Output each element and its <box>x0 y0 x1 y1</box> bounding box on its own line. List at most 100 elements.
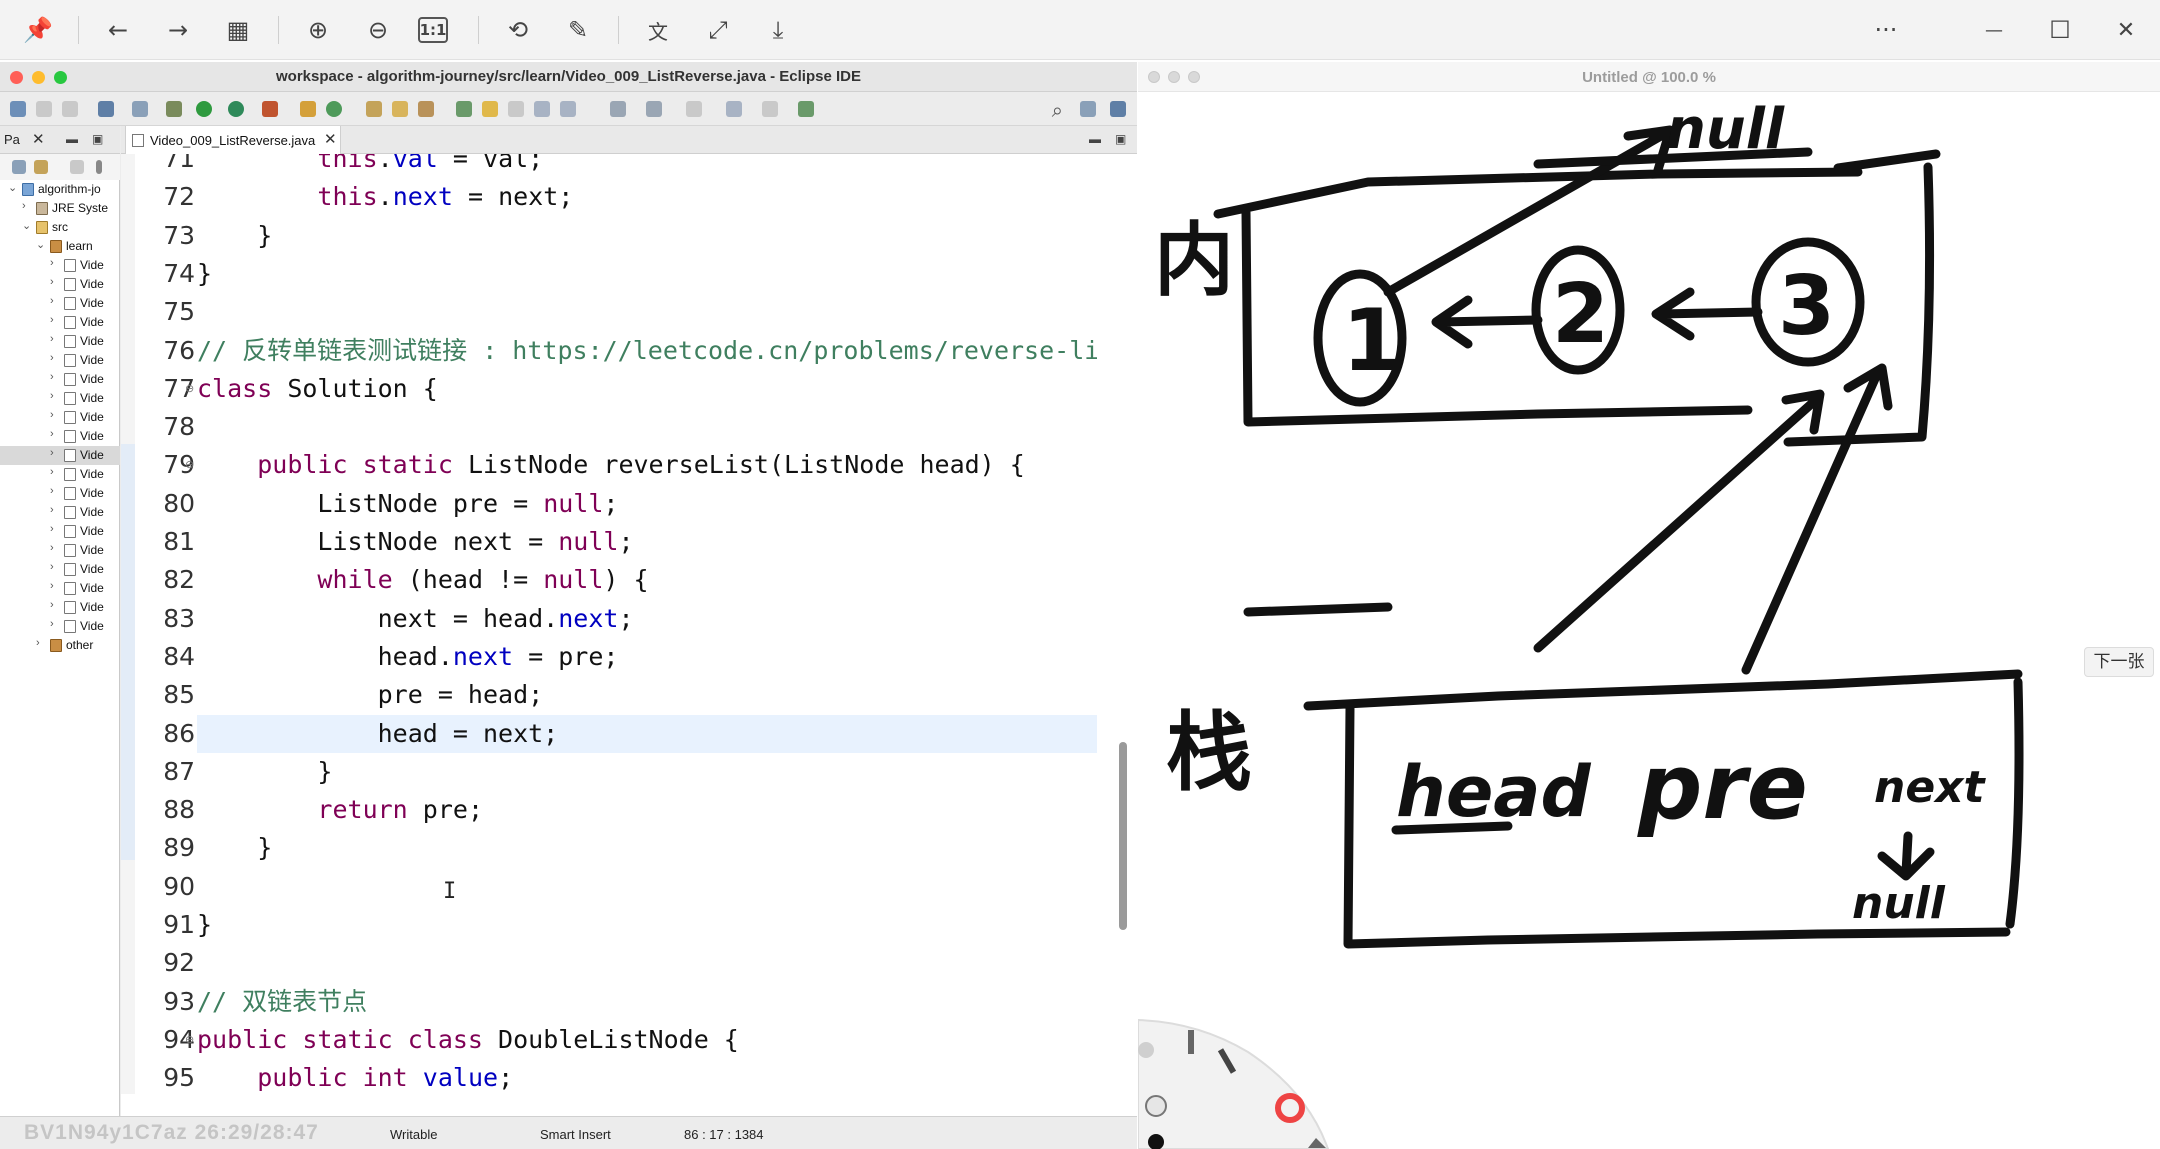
new-java-class-icon[interactable] <box>326 101 342 117</box>
minimize-view-icon[interactable]: ▬ <box>1089 132 1101 146</box>
tree-item[interactable]: ⌄ src <box>0 218 120 237</box>
chevron-right-icon[interactable]: › <box>50 485 54 497</box>
last-edit-icon[interactable] <box>686 101 702 117</box>
maximize-view-icon[interactable]: ▣ <box>92 132 103 146</box>
chevron-right-icon[interactable]: › <box>50 409 54 421</box>
tree-item[interactable]: › Vide <box>0 408 120 427</box>
new-java-package-icon[interactable] <box>300 101 316 117</box>
grid-view-icon[interactable]: ▦ <box>218 10 258 50</box>
tree-item[interactable]: › Vide <box>0 256 120 275</box>
close-icon[interactable]: ✕ <box>2106 10 2146 50</box>
tree-item[interactable]: › Vide <box>0 617 120 636</box>
tree-item[interactable]: › Vide <box>0 446 120 465</box>
nav-back-icon[interactable] <box>726 101 742 117</box>
vertical-scrollbar[interactable] <box>1117 154 1129 1094</box>
view-menu-icon[interactable] <box>96 160 102 174</box>
tree-item[interactable]: › Vide <box>0 522 120 541</box>
tree-item[interactable]: › other <box>0 636 120 655</box>
tree-item[interactable]: › Vide <box>0 598 120 617</box>
chevron-right-icon[interactable]: › <box>50 428 54 440</box>
minimize-view-icon[interactable]: ▬ <box>66 132 78 146</box>
chevron-right-icon[interactable]: › <box>50 523 54 535</box>
tree-item[interactable]: › Vide <box>0 313 120 332</box>
code-area[interactable]: this.val = val; this.next = next; }}// 反… <box>197 154 1097 1094</box>
word-wrap-icon[interactable] <box>534 101 550 117</box>
fold-toggle-icon[interactable]: ⊖ <box>185 1033 194 1046</box>
chevron-right-icon[interactable]: › <box>50 295 54 307</box>
debug-icon[interactable] <box>166 101 182 117</box>
chevron-right-icon[interactable]: › <box>50 561 54 573</box>
rotate-icon[interactable]: ⟲ <box>498 10 538 50</box>
editor-body[interactable]: 71 72 73 74 75 76 77 78 79 80 81 82 83 84 85 86 87 88 89 90… <box>121 154 1137 1094</box>
filter-icon[interactable] <box>70 160 84 174</box>
skip-breakpoints-icon[interactable] <box>132 101 148 117</box>
open-folder-icon[interactable] <box>392 101 408 117</box>
tree-item[interactable]: › Vide <box>0 579 120 598</box>
tree-item[interactable]: › Vide <box>0 332 120 351</box>
mark-occurrences-icon[interactable] <box>482 101 498 117</box>
show-whitespace-icon[interactable] <box>560 101 576 117</box>
crop-expand-icon[interactable]: ⤢ <box>698 10 738 50</box>
fold-toggle-icon[interactable]: ⊖ <box>185 458 194 471</box>
close-icon[interactable]: ✕ <box>32 130 45 148</box>
back-arrow-icon[interactable]: ← <box>98 10 138 50</box>
eraser-icon[interactable] <box>1145 1095 1167 1117</box>
save-all-icon[interactable] <box>62 101 78 117</box>
vertical-scroll-thumb[interactable] <box>1119 742 1127 930</box>
tree-item[interactable]: ⌄ learn <box>0 237 120 256</box>
search-tool-icon[interactable] <box>418 101 434 117</box>
chevron-right-icon[interactable]: › <box>50 333 54 345</box>
zoom-out-icon[interactable]: ⊖ <box>358 10 398 50</box>
chevron-right-icon[interactable]: › <box>50 447 54 459</box>
chevron-right-icon[interactable]: › <box>50 618 54 630</box>
java-perspective-icon[interactable] <box>1110 101 1126 117</box>
tree-item[interactable]: ⌄ algorithm-jo <box>0 180 120 199</box>
tree-item[interactable]: › Vide <box>0 275 120 294</box>
tree-item[interactable]: › Vide <box>0 465 120 484</box>
maximize-icon[interactable]: ☐ <box>2040 10 2080 50</box>
drawing-canvas[interactable]: null 内 1 2 3 栈 head pre next null <box>1138 92 2160 1149</box>
actual-size-icon[interactable]: 1:1 <box>418 17 448 43</box>
tree-item[interactable]: › JRE Syste <box>0 199 120 218</box>
fold-toggle-icon[interactable]: ⊖ <box>185 382 194 395</box>
new-icon[interactable] <box>10 101 26 117</box>
translate-icon[interactable]: 文 <box>638 10 678 50</box>
chevron-down-icon[interactable]: ⌄ <box>8 181 17 194</box>
tree-item[interactable]: › Vide <box>0 503 120 522</box>
chevron-down-icon[interactable]: ⌄ <box>22 219 31 232</box>
zoom-in-icon[interactable]: ⊕ <box>298 10 338 50</box>
chevron-right-icon[interactable]: › <box>50 599 54 611</box>
link-editor-icon[interactable] <box>34 160 48 174</box>
chevron-right-icon[interactable]: › <box>22 200 26 212</box>
chevron-right-icon[interactable]: › <box>50 314 54 326</box>
more-options-icon[interactable]: ··· <box>1866 10 1906 50</box>
tree-item[interactable]: › Vide <box>0 484 120 503</box>
open-type-icon[interactable] <box>366 101 382 117</box>
tree-item[interactable]: › Vide <box>0 351 120 370</box>
tree-item[interactable]: › Vide <box>0 541 120 560</box>
highlighter-icon[interactable] <box>1188 1030 1194 1054</box>
chevron-right-icon[interactable]: › <box>50 542 54 554</box>
chevron-right-icon[interactable]: › <box>50 580 54 592</box>
block-selection-icon[interactable] <box>508 101 524 117</box>
edit-pencil-icon[interactable]: ✎ <box>558 10 598 50</box>
tree-item[interactable]: › Vide <box>0 370 120 389</box>
maximize-view-icon[interactable]: ▣ <box>1115 132 1126 146</box>
chevron-right-icon[interactable]: › <box>50 257 54 269</box>
chevron-right-icon[interactable]: › <box>50 276 54 288</box>
open-perspective-icon[interactable] <box>1080 101 1096 117</box>
nav-forward-icon[interactable] <box>762 101 778 117</box>
search-icon[interactable]: ⌕ <box>1052 98 1063 122</box>
next-annotation-icon[interactable] <box>610 101 626 117</box>
chevron-right-icon[interactable]: › <box>50 352 54 364</box>
tree-item[interactable]: › Vide <box>0 389 120 408</box>
chevron-right-icon[interactable]: › <box>50 371 54 383</box>
coverage-icon[interactable] <box>228 101 244 117</box>
minimize-icon[interactable]: — <box>1974 10 2014 50</box>
settings-icon[interactable] <box>1138 1042 1154 1058</box>
tab-package-explorer[interactable]: Pa <box>4 132 20 147</box>
tab-editor-file[interactable]: Video_009_ListReverse.java ✕ <box>125 126 341 154</box>
next-page-button[interactable]: 下一张 <box>2084 647 2154 677</box>
chevron-right-icon[interactable]: › <box>50 390 54 402</box>
save-icon[interactable] <box>36 101 52 117</box>
